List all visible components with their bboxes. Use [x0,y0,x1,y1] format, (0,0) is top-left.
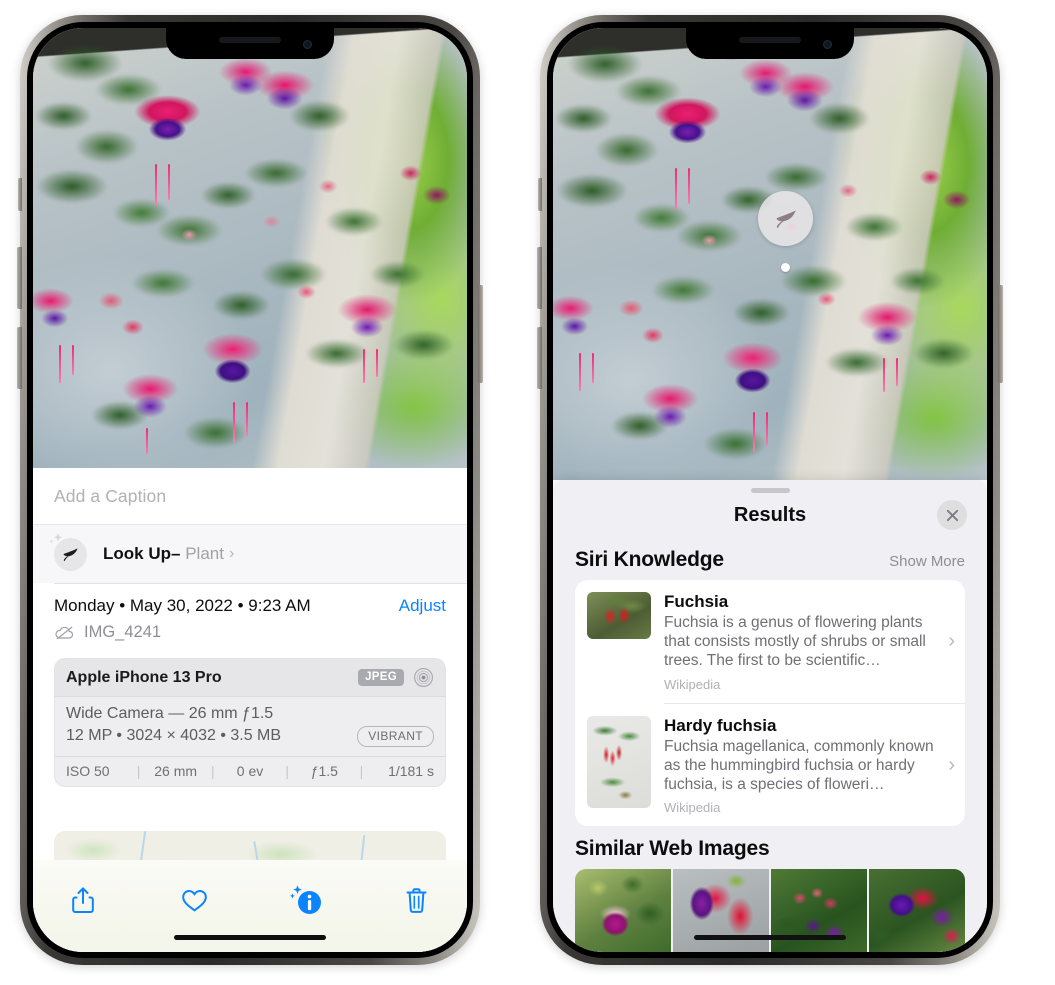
photo-datetime: Monday • May 30, 2022 • 9:23 AM [54,596,311,615]
badge-anchor-dot [781,263,790,272]
photo-viewer[interactable] [33,28,467,468]
chevron-right-icon: › [228,545,235,562]
results-sheet: Results Siri Knowledge Show More Fuchsia… [553,480,987,952]
home-indicator [174,935,326,940]
mute-switch[interactable] [538,178,542,211]
exif-body: Wide Camera — 26 mm ƒ1.5 12 MP • 3024 × … [55,697,445,756]
volume-up-button[interactable] [537,247,542,309]
look-up-kind: Plant [185,544,224,563]
look-up-title: Look Up [103,544,171,563]
exif-aperture: ƒ1.5 [310,762,338,779]
exif-header: Apple iPhone 13 Pro JPEG [55,659,445,697]
screenshot-stage: Add a Caption Look Up– Plant › Monday • … [0,0,1055,985]
caption-placeholder[interactable]: Add a Caption [54,486,166,507]
pink-white-fuchsia-thumbnail[interactable] [575,869,671,952]
photographic-style-chip: VIBRANT [357,726,434,747]
front-camera [823,40,832,49]
close-button[interactable] [937,500,967,530]
exif-iso: ISO 50 [66,762,110,779]
sheet-title: Results [733,503,807,526]
photo-filename: IMG_4241 [84,623,162,641]
chevron-right-icon: › [948,630,955,653]
hardy-fuchsia-branch-thumbnail [587,715,651,808]
fuchsia-red-flowers-thumbnail [587,592,651,639]
device-notch [686,28,854,59]
volume-up-button[interactable] [17,247,22,309]
iphone-right-device: Results Siri Knowledge Show More Fuchsia… [537,15,1003,965]
trash-icon [406,887,427,913]
chevron-right-icon: › [948,754,955,777]
heart-icon [182,889,207,912]
result-description: Fuchsia is a genus of flowering plants t… [664,614,926,669]
close-icon [946,509,958,521]
volume-down-button[interactable] [17,327,22,389]
file-format-badge: JPEG [358,669,404,686]
sheet-header: Results [553,493,987,537]
look-up-leaf-badge [49,532,87,571]
favorite-button[interactable] [172,880,216,920]
iphone-left-device: Add a Caption Look Up– Plant › Monday • … [17,15,483,965]
date-block: Monday • May 30, 2022 • 9:23 AM Adjust I… [33,584,467,652]
look-up-row[interactable]: Look Up– Plant › [33,525,467,583]
mute-switch[interactable] [18,178,22,211]
result-title: Hardy fuchsia [664,715,777,735]
camera-device-name: Apple iPhone 13 Pro [66,668,222,686]
badge-bubble [758,191,813,246]
device-bezel: Add a Caption Look Up– Plant › Monday • … [27,22,473,958]
volume-down-button[interactable] [537,327,542,389]
aperture-icon [414,668,433,687]
sparkles-icon [49,532,62,544]
image-specs: 12 MP • 3024 × 4032 • 3.5 MB [66,727,282,745]
share-icon [72,887,94,913]
power-button[interactable] [478,285,483,383]
list-item[interactable]: Hardy fuchsia Fuchsia magellanica, commo… [575,704,965,827]
info-sparkle-icon [289,885,321,914]
flower-stamens [33,28,467,468]
icloud-slash-icon [55,625,74,640]
info-button[interactable] [284,880,328,920]
caption-field-row[interactable]: Add a Caption [33,468,467,525]
similar-web-images-header: Similar Web Images [553,826,987,869]
show-more-button[interactable]: Show More [889,553,965,570]
fuchsia-photo [33,28,467,468]
plant-detected-badge[interactable] [758,191,813,272]
purple-red-fuchsia-thumbnail[interactable] [869,869,965,952]
exif-card: Apple iPhone 13 Pro JPEG Wide Camera — 2… [54,658,446,787]
section-title: Siri Knowledge [575,548,724,571]
home-indicator [694,935,846,940]
left-screen: Add a Caption Look Up– Plant › Monday • … [33,28,467,952]
siri-knowledge-card: Fuchsia Fuchsia is a genus of flowering … [575,580,965,827]
right-screen: Results Siri Knowledge Show More Fuchsia… [553,28,987,952]
earpiece-speaker [739,37,801,43]
result-title: Fuchsia [664,592,729,611]
siri-knowledge-header: Siri Knowledge Show More [553,537,987,580]
result-source: Wikipedia [664,800,721,816]
device-notch [166,28,334,59]
photo-viewer[interactable] [553,28,987,480]
earpiece-speaker [219,37,281,43]
front-camera [303,40,312,49]
result-description: Fuchsia magellanica, commonly known as t… [664,737,934,793]
delete-button[interactable] [395,880,439,920]
leaf-icon [775,210,796,228]
section-title: Similar Web Images [575,837,770,861]
list-item[interactable]: Fuchsia Fuchsia is a genus of flowering … [575,580,965,703]
adjust-button[interactable]: Adjust [399,596,446,616]
lens-info: Wide Camera — 26 mm ƒ1.5 [66,705,274,722]
photo-info-panel: Add a Caption Look Up– Plant › Monday • … [33,468,467,952]
exif-settings-row: ISO 50 | 26 mm | 0 ev | ƒ1.5 | 1/181 s [55,755,445,786]
look-up-separator: – [171,544,181,563]
exif-shutter: 1/181 s [388,762,434,779]
share-button[interactable] [61,880,105,920]
look-up-label: Look Up– Plant › [103,544,234,564]
power-button[interactable] [998,285,1003,383]
exif-focal: 26 mm [154,762,198,779]
result-source: Wikipedia [664,676,721,692]
device-bezel: Results Siri Knowledge Show More Fuchsia… [547,22,993,958]
exif-exposure: 0 ev [236,762,264,779]
